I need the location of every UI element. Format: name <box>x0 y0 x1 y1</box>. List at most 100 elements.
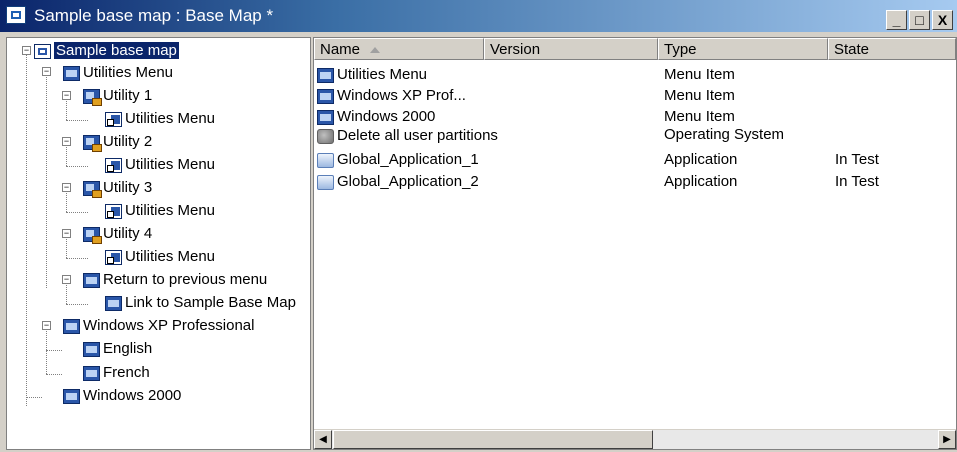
tree-node-utility-1-link[interactable]: Utilities Menu <box>105 108 215 130</box>
list-item-type: Menu Item <box>664 66 735 83</box>
list-item-type: Menu Item <box>664 87 735 104</box>
tree-node-utilities-menu[interactable]: Utilities Menu <box>63 62 173 84</box>
tree-node-utility-2[interactable]: Utility 2 <box>83 131 152 153</box>
title-bar[interactable]: Sample base map : Base Map * _ □ X <box>0 0 957 32</box>
tree-connector <box>66 236 67 258</box>
tree-node-win2000[interactable]: Windows 2000 <box>63 385 181 407</box>
list-item[interactable]: Windows XP Prof... <box>317 85 466 107</box>
menu-icon <box>83 341 100 357</box>
tree-node-utility-1[interactable]: Utility 1 <box>83 85 152 107</box>
menu-icon <box>317 88 334 104</box>
tree-node-utility-3[interactable]: Utility 3 <box>83 177 152 199</box>
sort-ascending-icon <box>370 47 381 54</box>
application-icon <box>317 152 334 168</box>
column-header-name[interactable]: Name <box>314 38 484 60</box>
list-item[interactable]: Utilities Menu <box>317 64 427 86</box>
column-header-version[interactable]: Version <box>484 38 658 60</box>
scroll-left-button[interactable]: ◀ <box>314 430 332 449</box>
list-item[interactable]: Delete all user partitions <box>317 125 498 147</box>
tree-node-root[interactable]: Sample base map <box>34 40 179 62</box>
tree-connector <box>66 282 67 304</box>
menu-icon <box>63 65 80 81</box>
scroll-right-button[interactable]: ▶ <box>938 430 956 449</box>
tree-connector <box>26 397 42 398</box>
list-item-type: Application <box>664 173 738 190</box>
tree-expander-utility-2[interactable]: − <box>62 137 71 146</box>
menu-icon <box>317 67 334 83</box>
base-map-icon <box>6 6 26 24</box>
tree-node-label: Utility 3 <box>103 179 153 196</box>
tree-expander-utility-3[interactable]: − <box>62 183 71 192</box>
column-header-type[interactable]: Type <box>658 38 828 60</box>
menu-link-icon <box>105 203 122 219</box>
tree-connector <box>46 74 47 288</box>
tree-connector <box>26 54 27 406</box>
menu-link-icon <box>105 111 122 127</box>
tree-node-label: Return to previous menu <box>103 271 268 288</box>
tree-node-label: Utilities Menu <box>125 248 216 265</box>
utility-icon <box>83 180 102 198</box>
tree-pane[interactable]: − − − − − − − − Sample base map Utilitie… <box>6 37 311 450</box>
list-pane[interactable]: Name Version Type State Utilities Menu M… <box>313 37 957 450</box>
tree-node-english[interactable]: English <box>83 338 152 360</box>
tree-expander-root[interactable]: − <box>22 46 31 55</box>
tree-node-french[interactable]: French <box>83 362 150 384</box>
tree-connector <box>66 98 67 120</box>
tree-expander-return[interactable]: − <box>62 275 71 284</box>
tree-expander-utility-1[interactable]: − <box>62 91 71 100</box>
menu-icon <box>83 272 100 288</box>
tree-node-utility-4[interactable]: Utility 4 <box>83 223 152 245</box>
tree-expander-utility-4[interactable]: − <box>62 229 71 238</box>
utility-icon <box>83 226 102 244</box>
tree-node-return-menu[interactable]: Return to previous menu <box>83 269 267 291</box>
window-title: Sample base map : Base Map * <box>34 6 274 25</box>
tree-connector <box>66 144 67 166</box>
tree-node-winxp[interactable]: Windows XP Professional <box>63 315 254 337</box>
menu-link-icon <box>105 249 122 265</box>
tree-node-label: Windows 2000 <box>83 387 182 404</box>
tree-expander-utilities[interactable]: − <box>42 67 51 76</box>
tree-node-label: Link to Sample Base Map <box>125 294 296 311</box>
utility-icon <box>83 88 102 106</box>
close-button[interactable]: X <box>932 10 953 30</box>
tree-node-label: Utility 4 <box>103 225 153 242</box>
list-item-state: In Test <box>835 151 879 168</box>
tree-connector <box>66 304 88 305</box>
tree-connector <box>66 166 88 167</box>
tree-node-label: Utility 2 <box>103 133 153 150</box>
list-item-type: Application <box>664 151 738 168</box>
tree-node-label: Windows XP Professional <box>83 317 255 334</box>
tree-node-label: Utilities Menu <box>125 202 216 219</box>
tree-node-utility-2-link[interactable]: Utilities Menu <box>105 154 215 176</box>
list-item[interactable]: Global_Application_1 <box>317 149 479 171</box>
tree-node-return-link[interactable]: Link to Sample Base Map <box>105 292 296 314</box>
tree-expander-winxp[interactable]: − <box>42 321 51 330</box>
tree-connector <box>66 258 88 259</box>
tree-node-label: Sample base map <box>54 42 179 59</box>
column-header-state[interactable]: State <box>828 38 956 60</box>
tree-connector <box>66 212 88 213</box>
menu-link-icon <box>105 295 122 311</box>
tree-connector <box>46 350 62 351</box>
tree-node-label: Utilities Menu <box>83 64 174 81</box>
menu-icon <box>317 109 334 125</box>
menu-icon <box>63 388 80 404</box>
tree-node-label: English <box>103 340 153 357</box>
tree-connector <box>66 190 67 212</box>
tree-node-utility-4-link[interactable]: Utilities Menu <box>105 246 215 268</box>
minimize-button[interactable]: _ <box>886 10 907 30</box>
tree-node-label: Utilities Menu <box>125 156 216 173</box>
tree-node-utility-3-link[interactable]: Utilities Menu <box>105 200 215 222</box>
maximize-button[interactable]: □ <box>909 10 930 30</box>
tree-node-label: Utility 1 <box>103 87 153 104</box>
tree-node-label: French <box>103 364 150 381</box>
tree-connector <box>46 328 47 374</box>
operating-system-icon <box>317 128 334 144</box>
horizontal-scrollbar[interactable]: ◀ ▶ <box>314 429 956 449</box>
list-item[interactable]: Global_Application_2 <box>317 171 479 193</box>
scroll-thumb[interactable] <box>333 430 653 449</box>
menu-link-icon <box>105 157 122 173</box>
menu-icon <box>83 365 100 381</box>
tree-connector <box>46 374 62 375</box>
tree-connector <box>66 120 88 121</box>
